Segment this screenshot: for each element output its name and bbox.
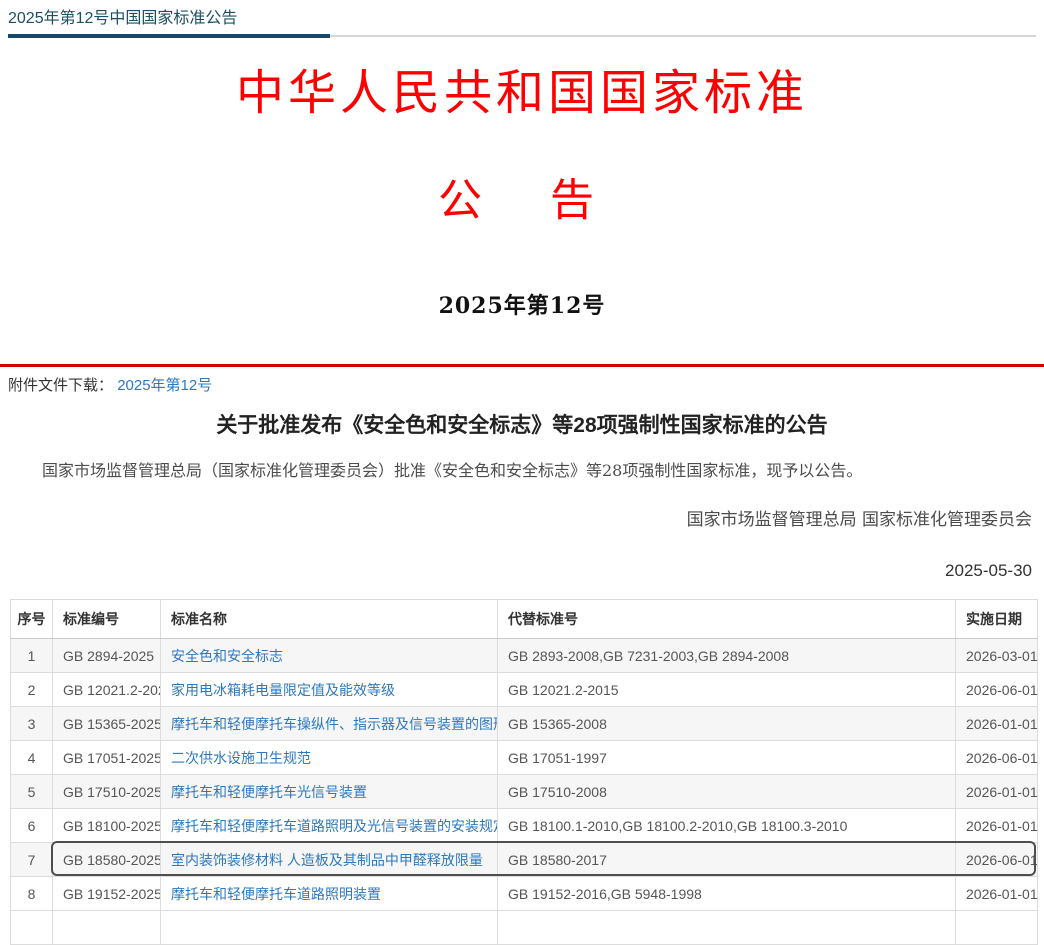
attachment-download-link[interactable]: 2025年第12号 bbox=[117, 377, 212, 394]
announcement-body: 国家市场监督管理总局（国家标准化管理委员会）批准《安全色和安全标志》等28项强制… bbox=[10, 461, 1034, 481]
cell-standard-name: 摩托车和轻便摩托车操纵件、指示器及信号装置的图形符号 bbox=[161, 707, 498, 741]
table-row: 2GB 12021.2-2025 家用电冰箱耗电量限定值及能效等级 GB 12021… bbox=[11, 673, 1038, 707]
cell-effective-date: 2026-06-01 bbox=[956, 741, 1038, 775]
tab-underline bbox=[8, 35, 1036, 37]
active-tab-indicator bbox=[8, 34, 330, 38]
cell-replaced-codes: GB 18100.1-2010,GB 18100.2-2010,GB 18100… bbox=[498, 809, 956, 843]
cell-seq: 8 bbox=[11, 877, 53, 911]
cell-standard-code: GB 17510-2025 bbox=[53, 775, 161, 809]
tab-title[interactable]: 2025年第12号中国国家标准公告 bbox=[8, 9, 237, 28]
cell-replaced-codes: GB 2893-2008,GB 7231-2003,GB 2894-2008 bbox=[498, 639, 956, 673]
column-header-4: 实施日期 bbox=[956, 600, 1038, 639]
cell-standard-code: GB 12021.2-2025 bbox=[53, 673, 161, 707]
standard-name-link[interactable]: 摩托车和轻便摩托车操纵件、指示器及信号装置的图形符号 bbox=[171, 716, 498, 732]
document-title-line2: 公 告 bbox=[0, 173, 1044, 228]
cell-effective-date: 2026-06-01 bbox=[956, 843, 1038, 877]
table-row: 8GB 19152-2025 摩托车和轻便摩托车道路照明装置 GB 19152-20… bbox=[11, 877, 1038, 911]
cell-standard-code: GB 19152-2025 bbox=[53, 877, 161, 911]
cell-standard-name: 室内装饰装修材料 人造板及其制品中甲醛释放限量 bbox=[161, 843, 498, 877]
attachment-label: 附件文件下载： bbox=[8, 377, 113, 394]
standard-name-link[interactable]: 室内装饰装修材料 人造板及其制品中甲醛释放限量 bbox=[171, 852, 483, 868]
cell-replaced-codes: GB 15365-2008 bbox=[498, 707, 956, 741]
cell-effective-date: 2026-01-01 bbox=[956, 809, 1038, 843]
table-row: 7GB 18580-2025 室内装饰装修材料 人造板及其制品中甲醛释放限量 GB … bbox=[11, 843, 1038, 877]
standard-name-link[interactable]: 二次供水设施卫生规范 bbox=[171, 750, 311, 766]
cell-replaced-codes: GB 17051-1997 bbox=[498, 741, 956, 775]
cell-seq: 4 bbox=[11, 741, 53, 775]
cell-replaced-codes: GB 17510-2008 bbox=[498, 775, 956, 809]
column-header-2: 标准名称 bbox=[161, 600, 498, 639]
cell-seq: 7 bbox=[11, 843, 53, 877]
table-row: 4GB 17051-2025 二次供水设施卫生规范 GB 17051-1997202… bbox=[11, 741, 1038, 775]
issuing-authority: 国家市场监督管理总局 国家标准化管理委员会 bbox=[0, 510, 1032, 530]
cell-replaced-codes: GB 18580-2017 bbox=[498, 843, 956, 877]
cell-standard-code: GB 17051-2025 bbox=[53, 741, 161, 775]
cell-standard-name: 家用电冰箱耗电量限定值及能效等级 bbox=[161, 673, 498, 707]
standard-name-link[interactable]: 摩托车和轻便摩托车道路照明及光信号装置的安装规定 bbox=[171, 818, 498, 834]
cell-empty bbox=[11, 911, 53, 945]
cell-replaced-codes: GB 12021.2-2015 bbox=[498, 673, 956, 707]
cell-empty bbox=[53, 911, 161, 945]
cell-standard-code: GB 18100-2025 bbox=[53, 809, 161, 843]
standard-name-link[interactable]: 家用电冰箱耗电量限定值及能效等级 bbox=[171, 682, 395, 698]
tab-bar: 2025年第12号中国国家标准公告 bbox=[0, 0, 1044, 37]
standards-table: 序号标准编号标准名称代替标准号实施日期 1GB 2894-2025 安全色和安全标… bbox=[10, 599, 1038, 945]
attachment-bar: 附件文件下载： 2025年第12号 bbox=[0, 367, 1044, 404]
issue-date: 2025-05-30 bbox=[0, 561, 1032, 581]
cell-seq: 3 bbox=[11, 707, 53, 741]
standard-name-link[interactable]: 安全色和安全标志 bbox=[171, 648, 283, 664]
cell-empty bbox=[956, 911, 1038, 945]
cell-effective-date: 2026-06-01 bbox=[956, 673, 1038, 707]
issue-number: 2025年第12号 bbox=[0, 292, 1044, 320]
cell-seq: 5 bbox=[11, 775, 53, 809]
table-row: 5GB 17510-2025 摩托车和轻便摩托车光信号装置 GB 17510-200… bbox=[11, 775, 1038, 809]
table-row: 3GB 15365-2025 摩托车和轻便摩托车操纵件、指示器及信号装置的图形符号… bbox=[11, 707, 1038, 741]
cell-effective-date: 2026-01-01 bbox=[956, 877, 1038, 911]
standard-name-link[interactable]: 摩托车和轻便摩托车光信号装置 bbox=[171, 784, 367, 800]
cell-standard-name: 二次供水设施卫生规范 bbox=[161, 741, 498, 775]
table-row: 1GB 2894-2025 安全色和安全标志 GB 2893-2008,GB 723… bbox=[11, 639, 1038, 673]
standard-name-link[interactable]: 摩托车和轻便摩托车道路照明装置 bbox=[171, 886, 381, 902]
cell-empty bbox=[161, 911, 498, 945]
column-header-3: 代替标准号 bbox=[498, 600, 956, 639]
cell-standard-name: 安全色和安全标志 bbox=[161, 639, 498, 673]
cell-standard-name: 摩托车和轻便摩托车光信号装置 bbox=[161, 775, 498, 809]
cell-replaced-codes: GB 19152-2016,GB 5948-1998 bbox=[498, 877, 956, 911]
cell-standard-name: 摩托车和轻便摩托车道路照明装置 bbox=[161, 877, 498, 911]
cell-effective-date: 2026-03-01 bbox=[956, 639, 1038, 673]
cell-effective-date: 2026-01-01 bbox=[956, 707, 1038, 741]
standards-table-header-row: 序号标准编号标准名称代替标准号实施日期 bbox=[11, 600, 1038, 639]
cell-empty bbox=[498, 911, 956, 945]
document-title: 中华人民共和国国家标准 bbox=[0, 63, 1044, 123]
standards-table-wrapper: 序号标准编号标准名称代替标准号实施日期 1GB 2894-2025 安全色和安全标… bbox=[10, 599, 1037, 945]
column-header-1: 标准编号 bbox=[53, 600, 161, 639]
cell-standard-name: 摩托车和轻便摩托车道路照明及光信号装置的安装规定 bbox=[161, 809, 498, 843]
cell-standard-code: GB 2894-2025 bbox=[53, 639, 161, 673]
cell-effective-date: 2026-01-01 bbox=[956, 775, 1038, 809]
cell-standard-code: GB 15365-2025 bbox=[53, 707, 161, 741]
table-row: 6GB 18100-2025 摩托车和轻便摩托车道路照明及光信号装置的安装规定GB… bbox=[11, 809, 1038, 843]
announcement-title: 关于批准发布《安全色和安全标志》等28项强制性国家标准的公告 bbox=[0, 413, 1044, 439]
table-row-partial bbox=[11, 911, 1038, 945]
cell-seq: 2 bbox=[11, 673, 53, 707]
column-header-0: 序号 bbox=[11, 600, 53, 639]
cell-seq: 1 bbox=[11, 639, 53, 673]
cell-standard-code: GB 18580-2025 bbox=[53, 843, 161, 877]
cell-seq: 6 bbox=[11, 809, 53, 843]
